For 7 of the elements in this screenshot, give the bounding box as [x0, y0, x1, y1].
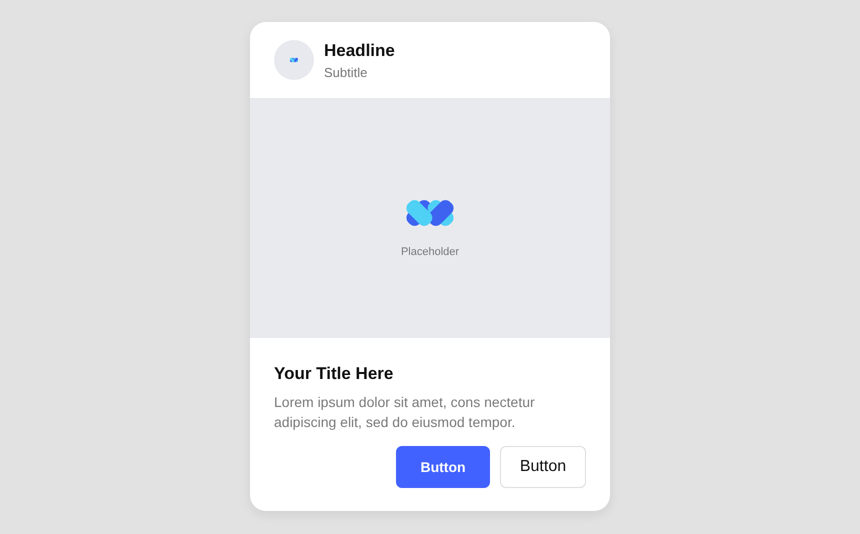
- secondary-button[interactable]: Button: [500, 446, 586, 488]
- subtitle: Subtitle: [324, 64, 368, 80]
- primary-button[interactable]: Button: [396, 446, 490, 488]
- card-title: Your Title Here: [274, 364, 394, 384]
- card-description: Lorem ipsum dolor sit amet, cons nectetur adipiscing elit, sed do eiusmod tempor.: [274, 393, 536, 432]
- headline: Headline: [324, 40, 395, 60]
- placeholder-label: Placeholder: [400, 246, 460, 258]
